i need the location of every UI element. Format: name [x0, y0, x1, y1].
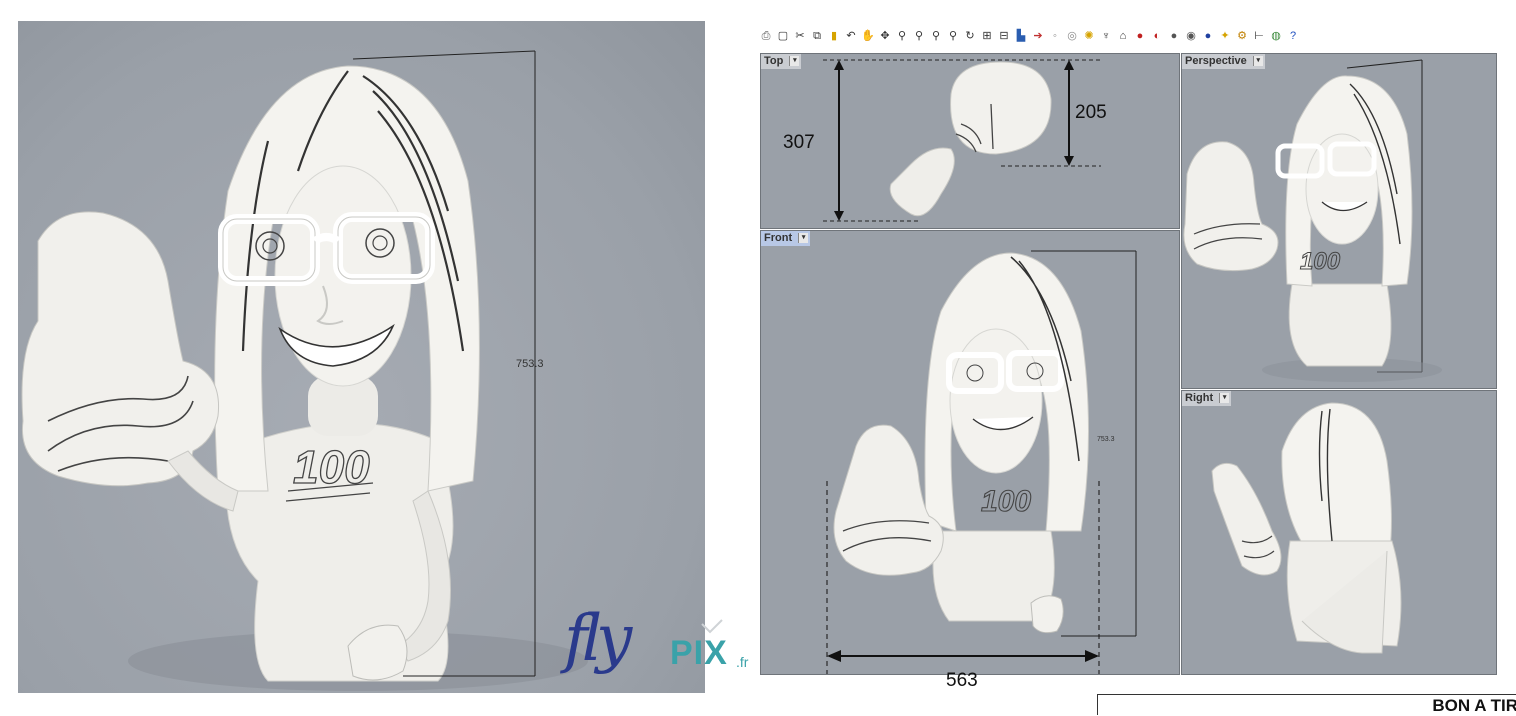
logo-check-icon: [701, 619, 723, 634]
help-icon[interactable]: ?: [1286, 28, 1300, 44]
print-icon[interactable]: ⎙: [759, 28, 773, 44]
earth-icon[interactable]: ◍: [1269, 28, 1283, 44]
viewport-front[interactable]: Front ▾ 100 753.3: [760, 230, 1180, 675]
wand-icon[interactable]: ✦: [1218, 28, 1232, 44]
copy-icon[interactable]: ⧉: [810, 28, 824, 44]
connect-icon[interactable]: ⊢: [1252, 28, 1266, 44]
svg-text:100: 100: [1300, 248, 1341, 275]
zoom-window-icon[interactable]: ⚲: [912, 28, 926, 44]
cad-toolbar: ⎙ ▢ ✂ ⧉ ▮ ↶ ✋ ✥ ⚲ ⚲ ⚲ ⚲ ↻ ⊞ ⊟ ▙ ➔ ◦ ◎ ✺ …: [759, 24, 1509, 48]
circle-icon[interactable]: ◎: [1065, 28, 1079, 44]
four-viewports-icon[interactable]: ⊞: [980, 28, 994, 44]
rotate-view-icon[interactable]: ↻: [963, 28, 977, 44]
zoom-selected-icon[interactable]: ⚲: [946, 28, 960, 44]
lock-icon[interactable]: ⌂: [1116, 28, 1130, 44]
viewport-right[interactable]: Right ▾: [1181, 390, 1497, 675]
zoom-extents-icon[interactable]: ⚲: [929, 28, 943, 44]
front-height-dimension: 753.3: [1097, 436, 1115, 443]
bon-a-tirer-box: BON A TIR: [1097, 694, 1516, 715]
pan-icon[interactable]: ✋: [861, 28, 875, 44]
character-render: 100: [21, 50, 588, 691]
material-icon[interactable]: ●: [1133, 28, 1147, 44]
undo-icon[interactable]: ↶: [844, 28, 858, 44]
shade-icon[interactable]: ◐: [1150, 28, 1164, 44]
point-icon[interactable]: ◦: [1048, 28, 1062, 44]
gear-icon[interactable]: ⚙: [1235, 28, 1249, 44]
light-icon[interactable]: ✺: [1082, 28, 1096, 44]
render-icon[interactable]: ◉: [1184, 28, 1198, 44]
cplane-icon[interactable]: ▙: [1014, 28, 1028, 44]
move-icon[interactable]: ✥: [878, 28, 892, 44]
new-icon[interactable]: ▢: [776, 28, 790, 44]
front-width-dimension: 563: [946, 670, 978, 691]
cut-icon[interactable]: ✂: [793, 28, 807, 44]
line-icon[interactable]: ➔: [1031, 28, 1045, 44]
logo-fly-text: fly: [564, 602, 632, 676]
top-partial-dimension: 205: [1075, 102, 1107, 123]
flypix-logo: fly PIX .fr: [560, 600, 770, 695]
top-view-drawing: [823, 59, 1101, 222]
sphere-icon[interactable]: ●: [1167, 28, 1181, 44]
perspective-view-drawing: 100: [1183, 59, 1442, 382]
viewport-top[interactable]: Top ▾ 307 205: [760, 53, 1180, 229]
lamp-icon[interactable]: ♆: [1099, 28, 1113, 44]
paste-icon[interactable]: ▮: [827, 28, 841, 44]
top-total-dimension: 307: [783, 132, 815, 153]
bon-a-tirer-title: BON A TIR: [1432, 696, 1516, 715]
render-dimension-label: 753.3: [516, 358, 544, 370]
logo-pix-text: PIX: [670, 634, 728, 672]
logo-tld-text: .fr: [736, 654, 749, 670]
svg-text:100: 100: [981, 485, 1031, 518]
right-view-drawing: [1211, 402, 1402, 654]
viewport-perspective[interactable]: Perspective ▾ 100: [1181, 53, 1497, 389]
globe-icon[interactable]: ●: [1201, 28, 1215, 44]
front-view-drawing: 100: [826, 250, 1137, 674]
three-viewports-icon[interactable]: ⊟: [997, 28, 1011, 44]
render-preview-panel: 100 753.3: [18, 21, 705, 693]
svg-text:100: 100: [293, 441, 370, 493]
zoom-icon[interactable]: ⚲: [895, 28, 909, 44]
